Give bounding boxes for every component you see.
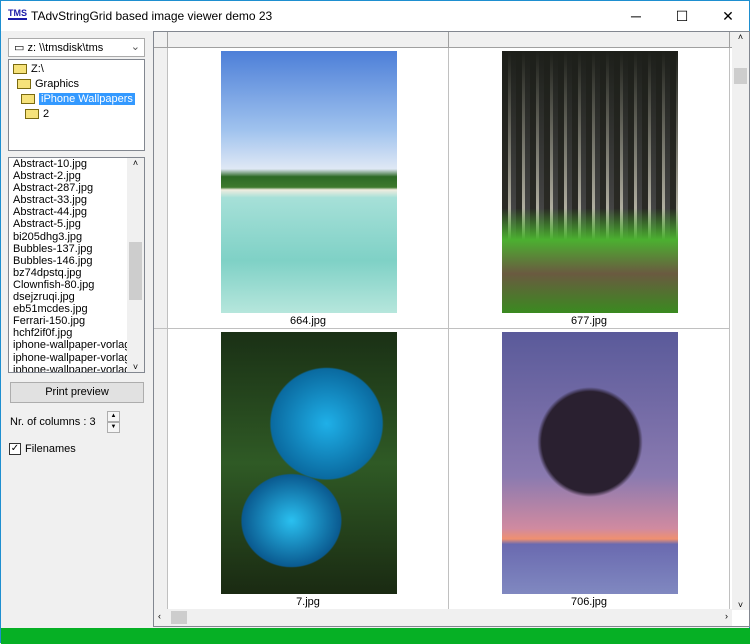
file-list-item[interactable]: iphone-wallpaper-vorlage	[9, 352, 144, 364]
grid-corner	[154, 32, 168, 48]
file-list-item[interactable]: Abstract-33.jpg	[9, 194, 144, 206]
app-logo-icon: TMS	[8, 8, 27, 20]
file-list-item[interactable]: Abstract-10.jpg	[9, 158, 144, 170]
scroll-thumb[interactable]	[734, 68, 747, 84]
file-list-scrollbar[interactable]: ˄ ˅	[127, 158, 144, 372]
scroll-thumb[interactable]	[129, 242, 142, 300]
folder-open-icon	[21, 94, 35, 104]
spin-down-icon[interactable]: ▼	[107, 422, 120, 433]
drive-icon: ▭	[14, 42, 28, 54]
file-list-item[interactable]: Ferrari-150.jpg	[9, 315, 144, 327]
file-list-item[interactable]: Bubbles-146.jpg	[9, 255, 144, 267]
tree-node[interactable]: 2	[25, 107, 49, 121]
drive-value: z: \\tmsdisk\tms	[27, 42, 104, 54]
file-list-item[interactable]: Abstract-2.jpg	[9, 170, 144, 182]
image-grid[interactable]: 664.jpg 677.jpg 7.jpg 706.jpg ˄ ˅ ‹ ›	[153, 31, 750, 627]
file-list-item[interactable]: Abstract-44.jpg	[9, 206, 144, 218]
status-bar	[1, 628, 750, 644]
file-list-item[interactable]: Abstract-287.jpg	[9, 182, 144, 194]
row-header	[154, 48, 168, 329]
image-cell[interactable]: 7.jpg	[168, 329, 449, 610]
file-list-item[interactable]: iphone-wallpaper-vorlage	[9, 339, 144, 351]
image-cell[interactable]: 677.jpg	[449, 48, 730, 329]
file-list[interactable]: Abstract-10.jpg Abstract-2.jpg Abstract-28…	[8, 157, 145, 373]
file-list-item[interactable]: hchf2if0f.jpg	[9, 327, 144, 339]
butterfly-image	[221, 332, 397, 594]
file-list-item[interactable]: bz74dpstq.jpg	[9, 267, 144, 279]
print-preview-button[interactable]: Print preview	[10, 382, 144, 403]
image-caption: 7.jpg	[296, 596, 320, 608]
file-list-item[interactable]: bi205dhg3.jpg	[9, 231, 144, 243]
filenames-label: Filenames	[25, 443, 76, 455]
folder-open-icon	[17, 79, 31, 89]
file-list-item[interactable]: Abstract-5.jpg	[9, 218, 144, 230]
tree-node-selected[interactable]: iPhone Wallpapers	[21, 92, 135, 106]
scroll-thumb[interactable]	[171, 611, 187, 624]
forest-image	[502, 51, 678, 313]
minimize-button[interactable]: ─	[613, 1, 659, 31]
image-caption: 664.jpg	[289, 315, 327, 327]
file-list-item[interactable]: dsejzruqi.jpg	[9, 291, 144, 303]
scroll-down-icon[interactable]: ˅	[127, 362, 144, 372]
scroll-up-icon[interactable]: ˄	[732, 32, 749, 42]
window-title: TAdvStringGrid based image viewer demo 2…	[31, 9, 273, 23]
maximize-button[interactable]: ☐	[659, 1, 705, 31]
tree-node[interactable]: Z:\	[13, 62, 44, 76]
chevron-down-icon: ⌄	[130, 41, 140, 53]
close-button[interactable]: ✕	[705, 1, 750, 31]
title-bar: TMS TAdvStringGrid based image viewer de…	[1, 1, 749, 31]
folder-tree[interactable]: Z:\ Graphics iPhone Wallpapers 2	[8, 59, 145, 151]
tree-image	[502, 332, 678, 594]
scroll-right-icon[interactable]: ›	[725, 611, 728, 621]
image-cell[interactable]: 706.jpg	[449, 329, 730, 610]
grid-vertical-scrollbar[interactable]: ˄ ˅	[732, 32, 749, 610]
image-cell[interactable]: 664.jpg	[168, 48, 449, 329]
tree-node[interactable]: Graphics	[17, 77, 79, 91]
file-list-item[interactable]: Clownfish-80.jpg	[9, 279, 144, 291]
checkmark-icon: ✓	[9, 443, 21, 455]
columns-spinner[interactable]: ▲ ▼	[107, 411, 120, 433]
scroll-up-icon[interactable]: ˄	[127, 158, 144, 168]
column-header[interactable]	[449, 32, 730, 48]
image-caption: 677.jpg	[570, 315, 608, 327]
grid-horizontal-scrollbar[interactable]: ‹ ›	[154, 609, 732, 626]
row-header	[154, 329, 168, 610]
file-list-item[interactable]: Bubbles-137.jpg	[9, 243, 144, 255]
columns-label: Nr. of columns : 3	[10, 416, 96, 428]
column-header[interactable]	[168, 32, 449, 48]
image-caption: 706.jpg	[570, 596, 608, 608]
file-list-item[interactable]: iphone-wallpaper-vorlage	[9, 364, 144, 372]
spin-up-icon[interactable]: ▲	[107, 411, 120, 422]
drive-select[interactable]: ▭ z: \\tmsdisk\tms ⌄	[8, 38, 145, 57]
file-list-item[interactable]: eb51mcdes.jpg	[9, 303, 144, 315]
filenames-checkbox[interactable]: ✓ Filenames	[9, 443, 76, 455]
folder-icon	[25, 109, 39, 119]
scroll-down-icon[interactable]: ˅	[732, 600, 749, 610]
beach-image	[221, 51, 397, 313]
scroll-left-icon[interactable]: ‹	[158, 611, 161, 621]
folder-open-icon	[13, 64, 27, 74]
